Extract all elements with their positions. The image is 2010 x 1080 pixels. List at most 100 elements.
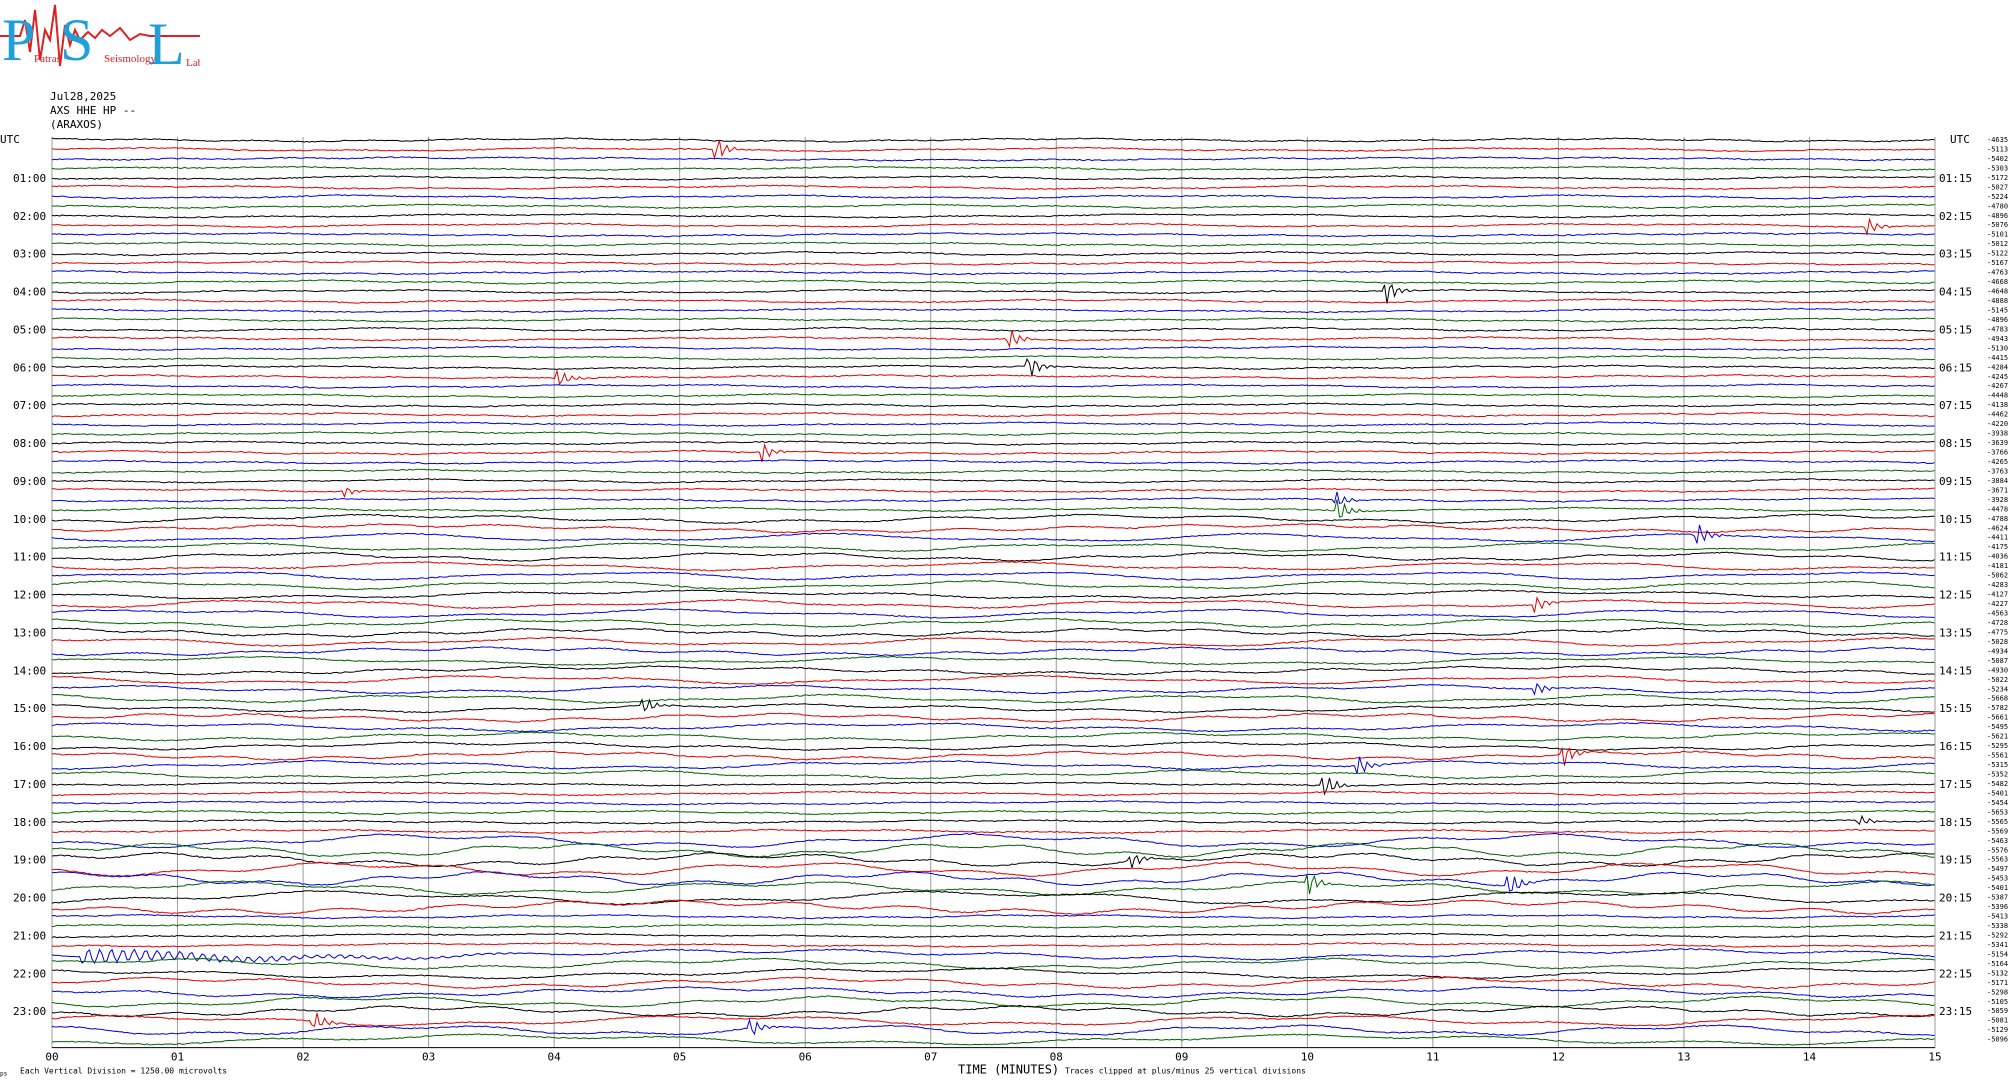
trace-offset-label: -3671 (1987, 486, 2008, 494)
trace-offset-label: -5401 (1987, 884, 2008, 892)
trace-offset-label: -5113 (1987, 145, 2008, 153)
right-hour-label: 21:15 (1939, 929, 1972, 942)
helicorder-plot: -4635-5113 -5402-5303 -5172-5027 -5224-4780… (0, 133, 2008, 1078)
x-tick-label: 03 (422, 1051, 435, 1064)
trace-line (51, 298, 1935, 304)
trace-offset-label: -5076 (1987, 221, 2008, 229)
trace-offset-label: -5454 (1987, 799, 2008, 807)
trace-offset-label: -5576 (1987, 846, 2008, 854)
trace-offset-label: -4943 (1987, 335, 2008, 343)
trace-line (51, 269, 1935, 276)
trace-line (51, 551, 1935, 562)
left-hour-label: 19:00 (13, 854, 46, 867)
left-hour-label: 13:00 (13, 626, 46, 639)
right-hour-label: 09:15 (1939, 475, 1972, 488)
trace-offset-label: -4624 (1987, 524, 2008, 532)
trace-line (51, 383, 1935, 389)
trace-offset-label: -4181 (1987, 562, 2008, 570)
station-code: AXS HHE HP -- (50, 104, 137, 117)
trace-line (51, 345, 1935, 351)
trace-offset-label: -4127 (1987, 591, 2008, 599)
x-tick-label: 06 (799, 1051, 812, 1064)
trace-offset-label: -5130 (1987, 344, 2008, 352)
left-hour-label: 12:00 (13, 589, 46, 602)
right-hour-label: 05:15 (1939, 323, 1972, 336)
trace-line (51, 513, 1935, 524)
trace-line (51, 899, 1935, 915)
trace-offset-label: -5101 (1987, 231, 2008, 239)
trace-line (51, 580, 1935, 591)
trace-line (51, 561, 1935, 572)
left-hour-label: 01:00 (13, 172, 46, 185)
trace-line (51, 1033, 1935, 1046)
trace-offset-label: -5298 (1987, 988, 2008, 996)
trace-offset-label: -4780 (1987, 202, 2008, 210)
trace-offset-label: -5482 (1987, 780, 2008, 788)
left-hour-label: 08:00 (13, 437, 46, 450)
trace-offset-label: -4783 (1987, 325, 2008, 333)
right-hour-label: 02:15 (1939, 210, 1972, 223)
trace-offset-label: -4448 (1987, 392, 2008, 400)
right-hour-label: 04:15 (1939, 286, 1972, 299)
x-tick-label: 07 (924, 1051, 937, 1064)
trace-offset-label: -5167 (1987, 259, 2008, 267)
right-hour-label: 13:15 (1939, 626, 1972, 639)
right-hour-label: 22:15 (1939, 967, 1972, 980)
trace-offset-label: -5172 (1987, 174, 2008, 182)
trace-line (51, 932, 1935, 939)
trace-offset-label: -4728 (1987, 619, 2008, 627)
trace-line (51, 194, 1935, 200)
trace-offset-label: -5132 (1987, 969, 2008, 977)
left-hour-label: 15:00 (13, 702, 46, 715)
trace-line (51, 279, 1935, 285)
trace-offset-label: -3884 (1987, 477, 2008, 485)
trace-offset-label: -5059 (1987, 1007, 2008, 1015)
trace-offset-label: -4036 (1987, 553, 2008, 561)
trace-line (51, 203, 1935, 209)
trace-offset-label: -4930 (1987, 666, 2008, 674)
trace-offset-label: -4888 (1987, 297, 2008, 305)
right-hour-label: 07:15 (1939, 399, 1972, 412)
trace-offset-label: -3766 (1987, 449, 2008, 457)
trace-offset-label: -5171 (1987, 979, 2008, 987)
logo-letter-s: S (60, 7, 93, 72)
left-hour-label: 10:00 (13, 513, 46, 526)
x-axis-title: TIME (MINUTES) (958, 1063, 1059, 1077)
trace-offset-label: -4563 (1987, 610, 2008, 618)
psl-logo: P S L Patras Seismology Lab (0, 4, 200, 72)
trace-line (51, 241, 1935, 247)
trace-line (51, 814, 1935, 826)
trace-line (51, 693, 1935, 704)
trace-line (51, 967, 1935, 980)
trace-line (51, 942, 1935, 948)
x-tick-label: 14 (1803, 1051, 1817, 1064)
trace-line (51, 1012, 1935, 1028)
trace-line (51, 421, 1935, 427)
trace-line (51, 986, 1935, 999)
trace-line (51, 251, 1935, 257)
trace-line (51, 307, 1935, 314)
trace-offset-label: -5387 (1987, 894, 2008, 902)
trace-line (51, 608, 1935, 619)
trace-line (51, 478, 1935, 484)
trace-offset-label: -5081 (1987, 1017, 2008, 1025)
left-hour-label: 23:00 (13, 1005, 46, 1018)
trace-line (51, 355, 1935, 361)
trace-line (51, 698, 1935, 714)
trace-offset-label: -5563 (1987, 856, 2008, 864)
trace-offset-label: -5621 (1987, 733, 2008, 741)
trace-offset-label: -5027 (1987, 183, 2008, 191)
trace-line (51, 636, 1935, 647)
trace-offset-label: -5782 (1987, 704, 2008, 712)
left-hour-label: 22:00 (13, 967, 46, 980)
trace-line (51, 832, 1935, 849)
trace-line (51, 712, 1935, 723)
record-date: Jul28,2025 (50, 90, 117, 103)
trace-offset-label: -5122 (1987, 250, 2008, 258)
clipping-note: Traces clipped at plus/minus 25 vertical… (1065, 1067, 1306, 1076)
trace-offset-label: -4668 (1987, 278, 2008, 286)
left-hour-label: 07:00 (13, 399, 46, 412)
trace-line (51, 232, 1935, 238)
left-hour-label: 05:00 (13, 323, 46, 336)
trace-offset-label: -4635 (1987, 136, 2008, 144)
